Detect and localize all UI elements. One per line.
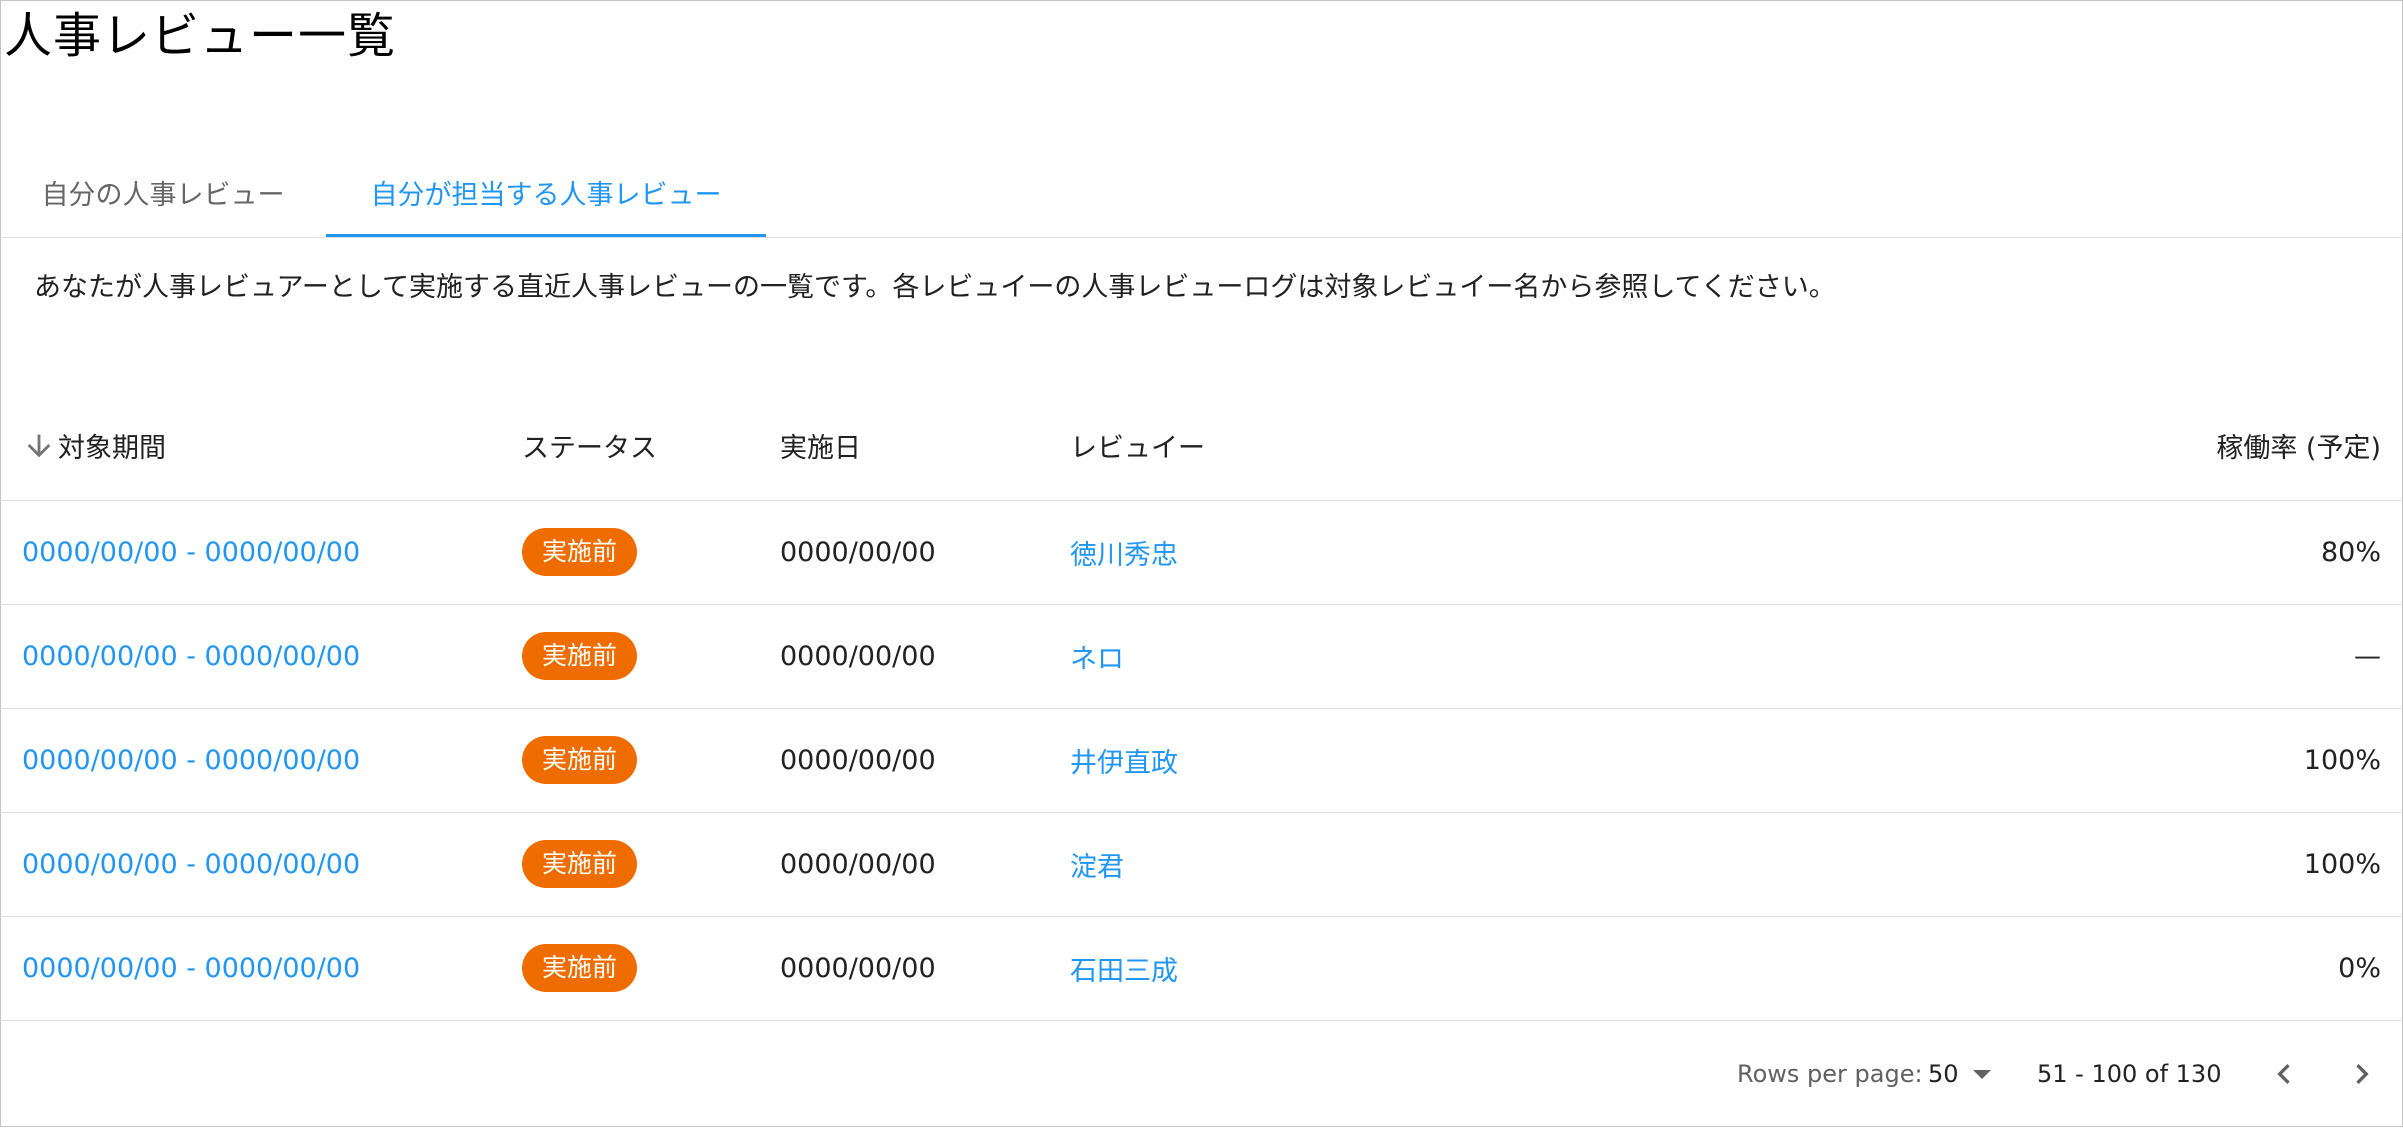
review-date: 0000/00/00 [780, 744, 936, 776]
utilization-value: 100% [2303, 744, 2381, 776]
utilization-value: 0% [2338, 952, 2381, 984]
page-description: あなたが人事レビュアーとして実施する直近人事レビューの一覧です。各レビュイーの人… [34, 272, 1836, 303]
tab-bar: 自分の人事レビュー 自分が担当する人事レビュー [0, 156, 2403, 238]
column-header-period[interactable]: 対象期間 [0, 392, 522, 500]
period-link[interactable]: 0000/00/00 - 0000/00/00 [22, 745, 360, 776]
reviewee-link[interactable]: 井伊直政 [1070, 748, 1178, 779]
table-row: 0000/00/00 - 0000/00/00 実施前 0000/00/00 石… [0, 916, 2403, 1020]
column-header-utilization: 稼働率 (予定) [2216, 433, 2381, 465]
tab-assigned-reviews[interactable]: 自分が担当する人事レビュー [326, 156, 766, 236]
reviews-table: 対象期間 ステータス 実施日 レビュイー 稼働率 (予定) 0000/00/00… [0, 392, 2403, 1021]
period-link[interactable]: 0000/00/00 - 0000/00/00 [22, 953, 360, 984]
arrow-down-icon[interactable] [22, 429, 56, 463]
caret-down-icon [1972, 1069, 1991, 1079]
table-header-row: 対象期間 ステータス 実施日 レビュイー 稼働率 (予定) [0, 392, 2403, 500]
review-date: 0000/00/00 [780, 536, 936, 568]
column-header-date: 実施日 [780, 433, 861, 465]
period-link[interactable]: 0000/00/00 - 0000/00/00 [22, 641, 360, 672]
tab-my-reviews[interactable]: 自分の人事レビュー [0, 156, 326, 236]
utilization-value: 80% [2320, 536, 2381, 568]
rows-per-page-value: 50 [1928, 1060, 1959, 1088]
chevron-left-icon [2277, 1064, 2290, 1084]
review-date: 0000/00/00 [780, 848, 936, 880]
next-page-button[interactable] [2334, 1046, 2390, 1102]
review-date: 0000/00/00 [780, 640, 936, 672]
period-link[interactable]: 0000/00/00 - 0000/00/00 [22, 537, 360, 568]
table-row: 0000/00/00 - 0000/00/00 実施前 0000/00/00 淀… [0, 812, 2403, 916]
status-badge: 実施前 [522, 944, 638, 992]
pagination: Rows per page: 50 51 - 100 of 130 [0, 1020, 2403, 1128]
table-row: 0000/00/00 - 0000/00/00 実施前 0000/00/00 井… [0, 708, 2403, 812]
column-header-label: 対象期間 [58, 433, 166, 465]
reviewee-link[interactable]: ネロ [1070, 644, 1124, 675]
status-badge: 実施前 [522, 840, 638, 888]
reviewee-link[interactable]: 徳川秀忠 [1070, 540, 1178, 571]
period-link[interactable]: 0000/00/00 - 0000/00/00 [22, 849, 360, 880]
utilization-value: 100% [2303, 848, 2381, 880]
chevron-right-icon [2356, 1064, 2369, 1084]
rows-per-page-label: Rows per page: [1737, 1060, 1923, 1088]
reviewee-link[interactable]: 石田三成 [1070, 956, 1178, 987]
table-row: 0000/00/00 - 0000/00/00 実施前 0000/00/00 徳… [0, 500, 2403, 604]
page-title: 人事レビュー一覧 [4, 8, 397, 64]
status-badge: 実施前 [522, 736, 638, 784]
tabs-divider [0, 237, 2403, 238]
status-badge: 実施前 [522, 528, 638, 576]
review-date: 0000/00/00 [780, 952, 936, 984]
rows-per-page-select[interactable]: 50 [1928, 1050, 1998, 1098]
previous-page-button[interactable] [2256, 1046, 2312, 1102]
column-header-reviewee: レビュイー [1070, 433, 1205, 465]
utilization-value: — [2354, 640, 2381, 672]
reviewee-link[interactable]: 淀君 [1070, 852, 1124, 883]
pagination-range: 51 - 100 of 130 [2037, 1060, 2222, 1088]
column-header-status: ステータス [522, 433, 657, 465]
status-badge: 実施前 [522, 632, 638, 680]
table-row: 0000/00/00 - 0000/00/00 実施前 0000/00/00 ネ… [0, 604, 2403, 708]
